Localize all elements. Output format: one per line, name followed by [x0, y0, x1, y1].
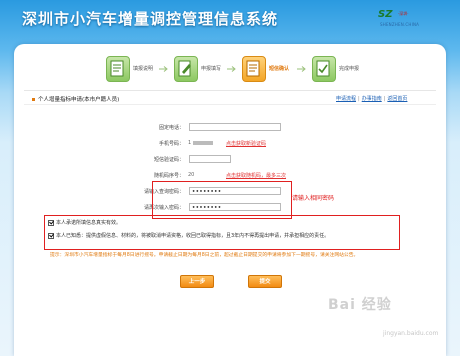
prev-button[interactable]: 上一步: [180, 275, 214, 288]
logo-sub: ·深圳·: [398, 11, 409, 16]
agreement-check-2[interactable]: 本人已知悉：提供虚假信息、材料的，将被取消申请资格，收回已取得指标，且3年内不得…: [48, 232, 329, 239]
document-icon: [106, 56, 130, 82]
link-apply-process[interactable]: 申请流程: [336, 96, 356, 102]
divider: [24, 90, 436, 91]
field-label: 手机号码：: [158, 141, 184, 147]
step-label: 短信确认: [269, 66, 290, 72]
step-arrow-icon: [297, 66, 306, 72]
edit-icon: [174, 56, 198, 82]
divider: [24, 104, 436, 105]
bullet-icon: [32, 98, 35, 101]
masked-value: [193, 140, 214, 145]
form-row-verify-code: 短信验证码：: [14, 155, 446, 165]
message-icon: [242, 56, 266, 82]
progress-steps: 填报说明 申报填写 短信确认 完成申报: [14, 44, 446, 92]
checkbox[interactable]: [48, 232, 54, 239]
header: 深圳市小汽车增量调控管理信息系统 SZ ·深圳· SHENZHEN.CHINA: [0, 0, 460, 38]
logo-line: SHENZHEN.CHINA: [380, 22, 420, 27]
random-code-value: 20: [188, 172, 195, 178]
get-code-link[interactable]: 点击获取新验证码: [226, 140, 266, 147]
notice-text: 提示：深圳市小汽车增量指标于每月8日进行摇号。申请截止日期为每月8日之前，超过截…: [50, 253, 359, 258]
step-label: 申报填写: [201, 66, 222, 72]
field-label: 随机码序号：: [153, 173, 184, 179]
field-label: 固定电话：: [158, 125, 184, 131]
watermark-url: jingyan.baidu.com: [383, 330, 439, 337]
checkmark-icon: [312, 56, 336, 82]
step-label: 完成申报: [339, 66, 360, 72]
step-arrow-icon: [159, 66, 168, 72]
site-logo: SZ ·深圳· SHENZHEN.CHINA: [378, 7, 428, 29]
mobile-value: 1: [188, 140, 214, 146]
fixed-phone-input[interactable]: [189, 123, 281, 131]
highlight-box: [152, 181, 292, 219]
step-label: 填报说明: [133, 66, 154, 72]
submit-button[interactable]: 提交: [248, 275, 282, 288]
top-links: 申请流程 | 办事指南 | 返回首页: [336, 96, 408, 102]
page-title: 深圳市小汽车增量调控管理信息系统: [22, 10, 279, 28]
annotation-text: 请输入相同密码: [292, 195, 335, 202]
section-title: 个人增量指标申请(本市户籍人员): [32, 95, 119, 103]
verify-code-input[interactable]: [189, 155, 231, 163]
step-arrow-icon: [227, 66, 236, 72]
watermark: Bai 经验: [328, 297, 392, 313]
agreement-check-1[interactable]: 本人承诺所填信息真实有效。: [48, 219, 121, 226]
get-random-code-link[interactable]: 点击获取随机码，最多三次: [226, 172, 286, 179]
form-row-mobile: 手机号码： 1 点击获取新验证码: [14, 139, 446, 149]
link-guide[interactable]: 办事指南: [362, 96, 382, 102]
link-home[interactable]: 返回首页: [387, 96, 407, 102]
checkbox[interactable]: [48, 219, 54, 226]
field-label: 短信验证码：: [153, 157, 184, 163]
form-row-random-code: 随机码序号： 20 点击获取随机码，最多三次: [14, 171, 446, 181]
logo-mark: SZ: [378, 9, 393, 20]
form-row-fixed-phone: 固定电话：: [14, 123, 446, 133]
